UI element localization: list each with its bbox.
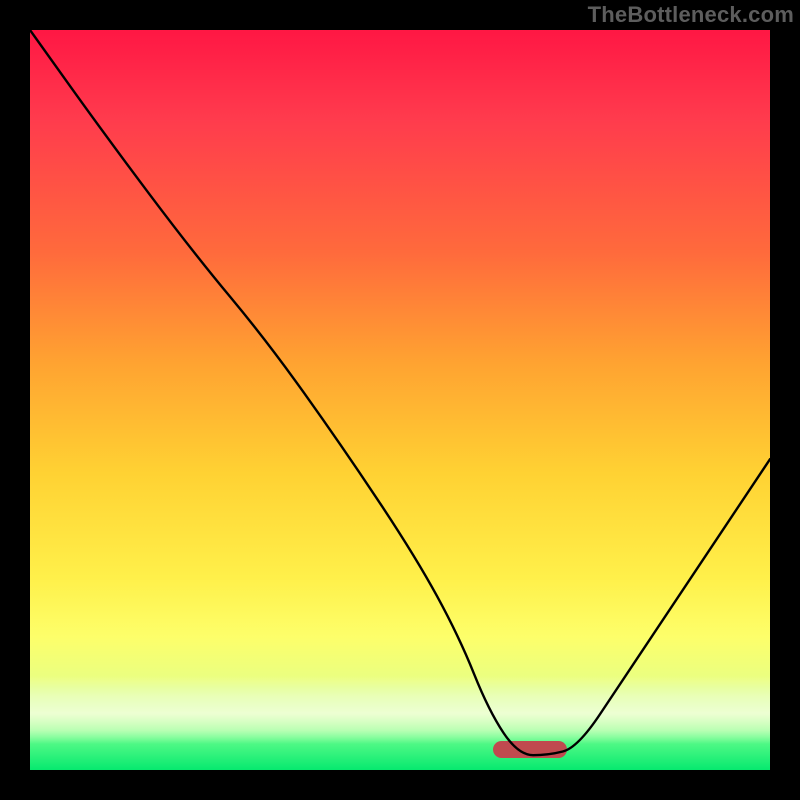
watermark-text: TheBottleneck.com bbox=[588, 2, 794, 28]
bottleneck-curve bbox=[30, 30, 770, 770]
curve-path bbox=[30, 30, 770, 755]
plot-area bbox=[30, 30, 770, 770]
chart-frame: TheBottleneck.com bbox=[0, 0, 800, 800]
